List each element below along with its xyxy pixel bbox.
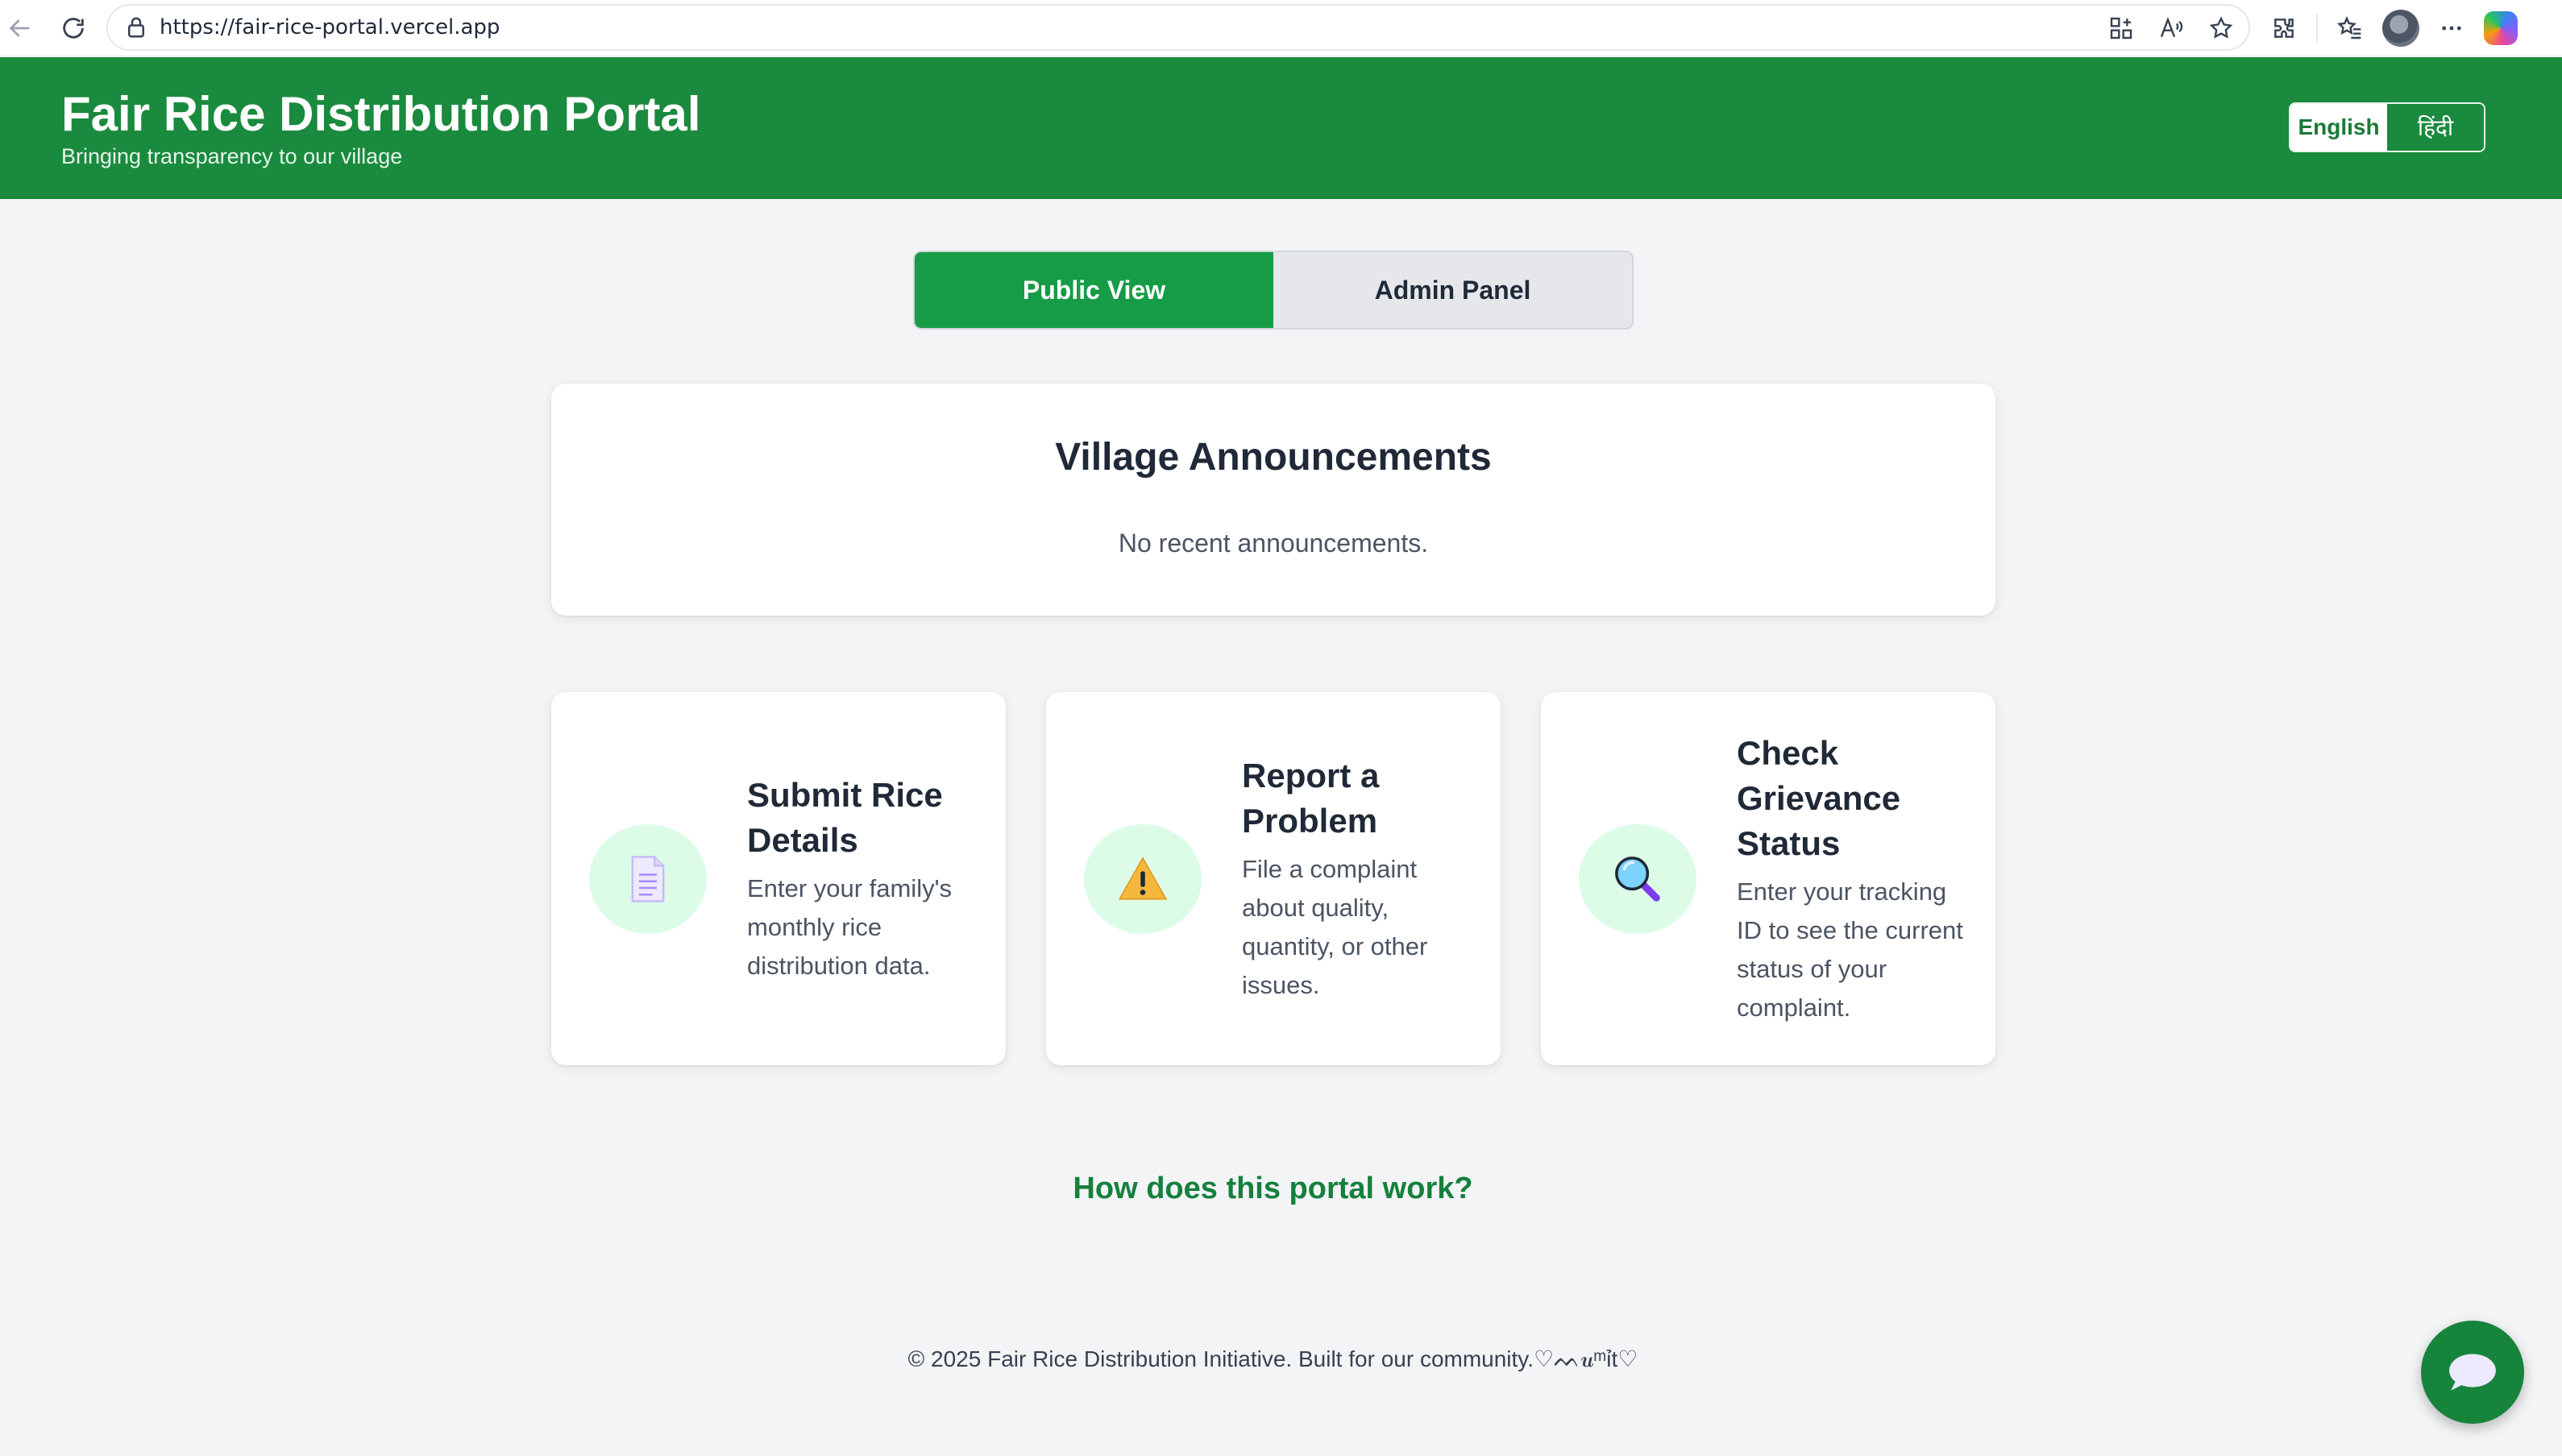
view-tabs: Public View Admin Panel [913, 251, 1634, 330]
tab-public-view[interactable]: Public View [915, 252, 1273, 328]
how-it-works-label[interactable]: How does this portal work? [1073, 1172, 1472, 1206]
favorite-star-icon[interactable] [2207, 14, 2236, 43]
language-toggle: English हिंदी [2289, 102, 2485, 152]
footer: © 2025 Fair Rice Distribution Initiative… [0, 1346, 2562, 1373]
lock-icon[interactable] [124, 15, 148, 39]
announcements-card: Village Announcements No recent announce… [551, 384, 1995, 616]
check-grievance-status-card[interactable]: Check Grievance Status Enter your tracki… [1541, 692, 1995, 1065]
extensions-icon[interactable] [2269, 14, 2298, 43]
document-icon [589, 824, 707, 934]
language-hindi-button[interactable]: हिंदी [2387, 104, 2484, 151]
chat-button[interactable] [2421, 1321, 2524, 1424]
announcements-empty-text: No recent announcements. [1118, 529, 1429, 558]
feature-description: Enter your family's monthly rice distrib… [747, 873, 952, 980]
site-header: Fair Rice Distribution Portal Bringing t… [0, 57, 2562, 199]
more-options-icon[interactable] [2437, 14, 2466, 43]
read-aloud-icon[interactable] [2157, 14, 2186, 43]
feature-title: Report a Problem [1242, 756, 1380, 840]
chat-bubble-icon [2449, 1354, 2496, 1391]
back-icon[interactable] [0, 8, 40, 48]
site-subtitle: Bringing transparency to our village [61, 144, 403, 168]
language-english-button[interactable]: English [2290, 104, 2387, 151]
site-title: Fair Rice Distribution Portal [61, 87, 701, 141]
copilot-icon[interactable] [2484, 11, 2518, 45]
feature-description: Enter your tracking ID to see the curren… [1737, 877, 1963, 1022]
warning-icon [1084, 824, 1202, 934]
favorites-icon[interactable] [2336, 14, 2365, 43]
feature-description: File a complaint about quality, quantity… [1242, 854, 1428, 999]
app-available-icon[interactable] [2107, 14, 2136, 43]
footer-copyright: © 2025 Fair Rice Distribution Initiative… [907, 1346, 1638, 1371]
report-problem-card[interactable]: Report a Problem File a complaint about … [1046, 692, 1501, 1065]
feature-title: Submit Rice Details [747, 775, 943, 859]
announcements-title: Village Announcements [1055, 436, 1492, 479]
toolbar-divider [2316, 14, 2318, 43]
submit-rice-details-card[interactable]: Submit Rice Details Enter your family's … [551, 692, 1006, 1065]
magnifier-icon [1579, 824, 1696, 934]
browser-toolbar: https://fair-rice-portal.vercel.app [0, 0, 2562, 56]
feature-title: Check Grievance Status [1737, 733, 1901, 862]
tab-admin-panel[interactable]: Admin Panel [1273, 252, 1632, 328]
profile-avatar[interactable] [2382, 10, 2419, 47]
how-it-works-link[interactable]: How does this portal work? [0, 1172, 2562, 1206]
address-url[interactable]: https://fair-rice-portal.vercel.app [160, 15, 500, 39]
address-bar[interactable]: https://fair-rice-portal.vercel.app [106, 4, 2250, 51]
reload-icon[interactable] [53, 8, 93, 48]
